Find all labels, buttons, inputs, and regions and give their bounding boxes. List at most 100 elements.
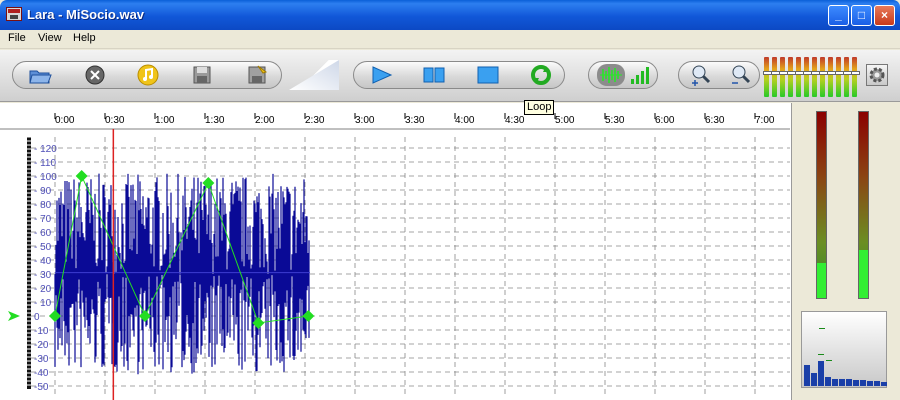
menu-file[interactable]: File <box>8 32 26 44</box>
spectrum-bar <box>874 380 880 386</box>
save-as-icon[interactable] <box>245 64 269 86</box>
volume-slider[interactable] <box>289 60 339 90</box>
spectrum-analyzer <box>801 311 887 388</box>
waveform-view-icon[interactable] <box>597 64 625 86</box>
spectrum-bar <box>818 360 824 386</box>
envelope-point[interactable] <box>139 310 151 322</box>
app-window: Lara - MiSocio.wav _ □ × File View Help <box>0 0 900 400</box>
menu-view[interactable]: View <box>38 32 62 44</box>
save-icon[interactable] <box>190 64 214 86</box>
spectrum-bar <box>825 377 831 386</box>
spectrum-peak-marker <box>819 328 825 329</box>
y-tick-label: - 100 <box>34 172 57 183</box>
settings-gear-icon[interactable] <box>866 64 888 86</box>
spectrum-bar <box>853 380 859 386</box>
y-tick-label: - 10 <box>34 298 52 309</box>
loop-icon[interactable] <box>529 64 553 86</box>
y-tick-label: - 120 <box>34 144 57 155</box>
y-tick-label: - 60 <box>34 228 52 239</box>
menu-bar: File View Help <box>0 30 900 49</box>
timeline-label: 4:30 <box>505 115 525 126</box>
timeline-label: 7:00 <box>755 115 775 126</box>
music-note-icon[interactable] <box>136 64 160 86</box>
playback-tool-group <box>353 61 565 89</box>
mixer-slider[interactable] <box>787 57 796 97</box>
spectrum-bar <box>867 380 873 386</box>
close-button[interactable]: × <box>874 5 895 26</box>
left-channel-meter <box>816 111 827 299</box>
zoom-tool-group <box>678 61 760 89</box>
left-channel-level <box>817 262 826 298</box>
timeline-label: 0:30 <box>105 115 125 126</box>
timeline-label: 0:00 <box>55 115 75 126</box>
spectrum-bar <box>839 379 845 386</box>
mixer-slider[interactable] <box>763 57 772 97</box>
y-tick-label: - 80 <box>34 200 52 211</box>
mixer-slider[interactable] <box>819 57 828 97</box>
timeline-label: 3:30 <box>405 115 425 126</box>
y-tick-label: - 90 <box>34 186 52 197</box>
spectrum-bar <box>881 381 887 386</box>
play-selection-icon[interactable] <box>422 64 446 86</box>
spectrum-peak-marker <box>826 360 832 361</box>
y-tick-label: - 40 <box>34 256 52 267</box>
y-tick-label: - 50 <box>34 242 52 253</box>
spectrum-bar <box>832 378 838 386</box>
open-folder-icon[interactable] <box>28 64 52 86</box>
audio-waveform <box>54 173 310 375</box>
spectrum-bar <box>846 379 852 386</box>
spectrum-peak-marker <box>818 354 824 355</box>
y-tick-label: - 20 <box>34 284 52 295</box>
zoom-in-icon[interactable] <box>689 64 713 86</box>
mixer-slider[interactable] <box>843 57 852 97</box>
mixer-slider[interactable] <box>827 57 836 97</box>
zero-level-arrow <box>8 311 20 321</box>
right-channel-meter <box>858 111 869 299</box>
waveform-editor[interactable]: - 120- 110- 100- 90- 80- 70- 60- 50- 40-… <box>0 103 792 400</box>
title-bar[interactable]: Lara - MiSocio.wav _ □ × <box>0 0 900 30</box>
loop-tooltip: Loop <box>524 100 555 115</box>
app-icon[interactable] <box>6 7 22 21</box>
mixer-slider[interactable] <box>771 57 780 97</box>
right-channel-level <box>859 249 868 298</box>
play-icon[interactable] <box>369 64 393 86</box>
timeline-label: 5:30 <box>605 115 625 126</box>
minimize-button[interactable]: _ <box>828 5 849 26</box>
y-tick-label: -20 <box>34 340 49 351</box>
timeline-label: 6:30 <box>705 115 725 126</box>
menu-help[interactable]: Help <box>73 32 96 44</box>
y-tick-label: - 30 <box>34 270 52 281</box>
close-file-icon[interactable] <box>83 64 107 86</box>
waveform-chart[interactable]: - 120- 110- 100- 90- 80- 70- 60- 50- 40-… <box>0 103 792 400</box>
level-meter-panel <box>792 103 900 400</box>
y-tick-label: - 110 <box>34 158 56 169</box>
spectrum-bar <box>804 365 810 386</box>
y-tick-label: -10 <box>34 326 49 337</box>
timeline-label: 1:00 <box>155 115 175 126</box>
maximize-button[interactable]: □ <box>851 5 872 26</box>
y-tick-label: -30 <box>34 354 49 365</box>
y-tick-label: -40 <box>34 368 49 379</box>
envelope-point[interactable] <box>75 170 88 182</box>
y-tick-label: -50 <box>34 382 49 393</box>
timeline-label: 6:00 <box>655 115 675 126</box>
mixer-slider[interactable] <box>835 57 844 97</box>
zoom-out-icon[interactable] <box>729 64 753 86</box>
timeline-label: 3:00 <box>355 115 375 126</box>
spectrum-bar <box>811 372 817 386</box>
mixer-level-sliders[interactable] <box>763 57 862 97</box>
timeline-label: 1:30 <box>205 115 225 126</box>
file-tool-group <box>12 61 282 89</box>
y-axis-ruler <box>27 137 31 389</box>
stop-icon[interactable] <box>476 64 500 86</box>
mixer-slider[interactable] <box>851 57 860 97</box>
window-title: Lara - MiSocio.wav <box>27 7 145 22</box>
view-tool-group <box>588 61 658 89</box>
timeline-label: 5:00 <box>555 115 575 126</box>
timeline-label: 2:00 <box>255 115 275 126</box>
level-view-icon[interactable] <box>629 64 653 86</box>
mixer-slider[interactable] <box>803 57 812 97</box>
mixer-slider[interactable] <box>811 57 820 97</box>
mixer-slider[interactable] <box>779 57 788 97</box>
mixer-slider[interactable] <box>795 57 804 97</box>
